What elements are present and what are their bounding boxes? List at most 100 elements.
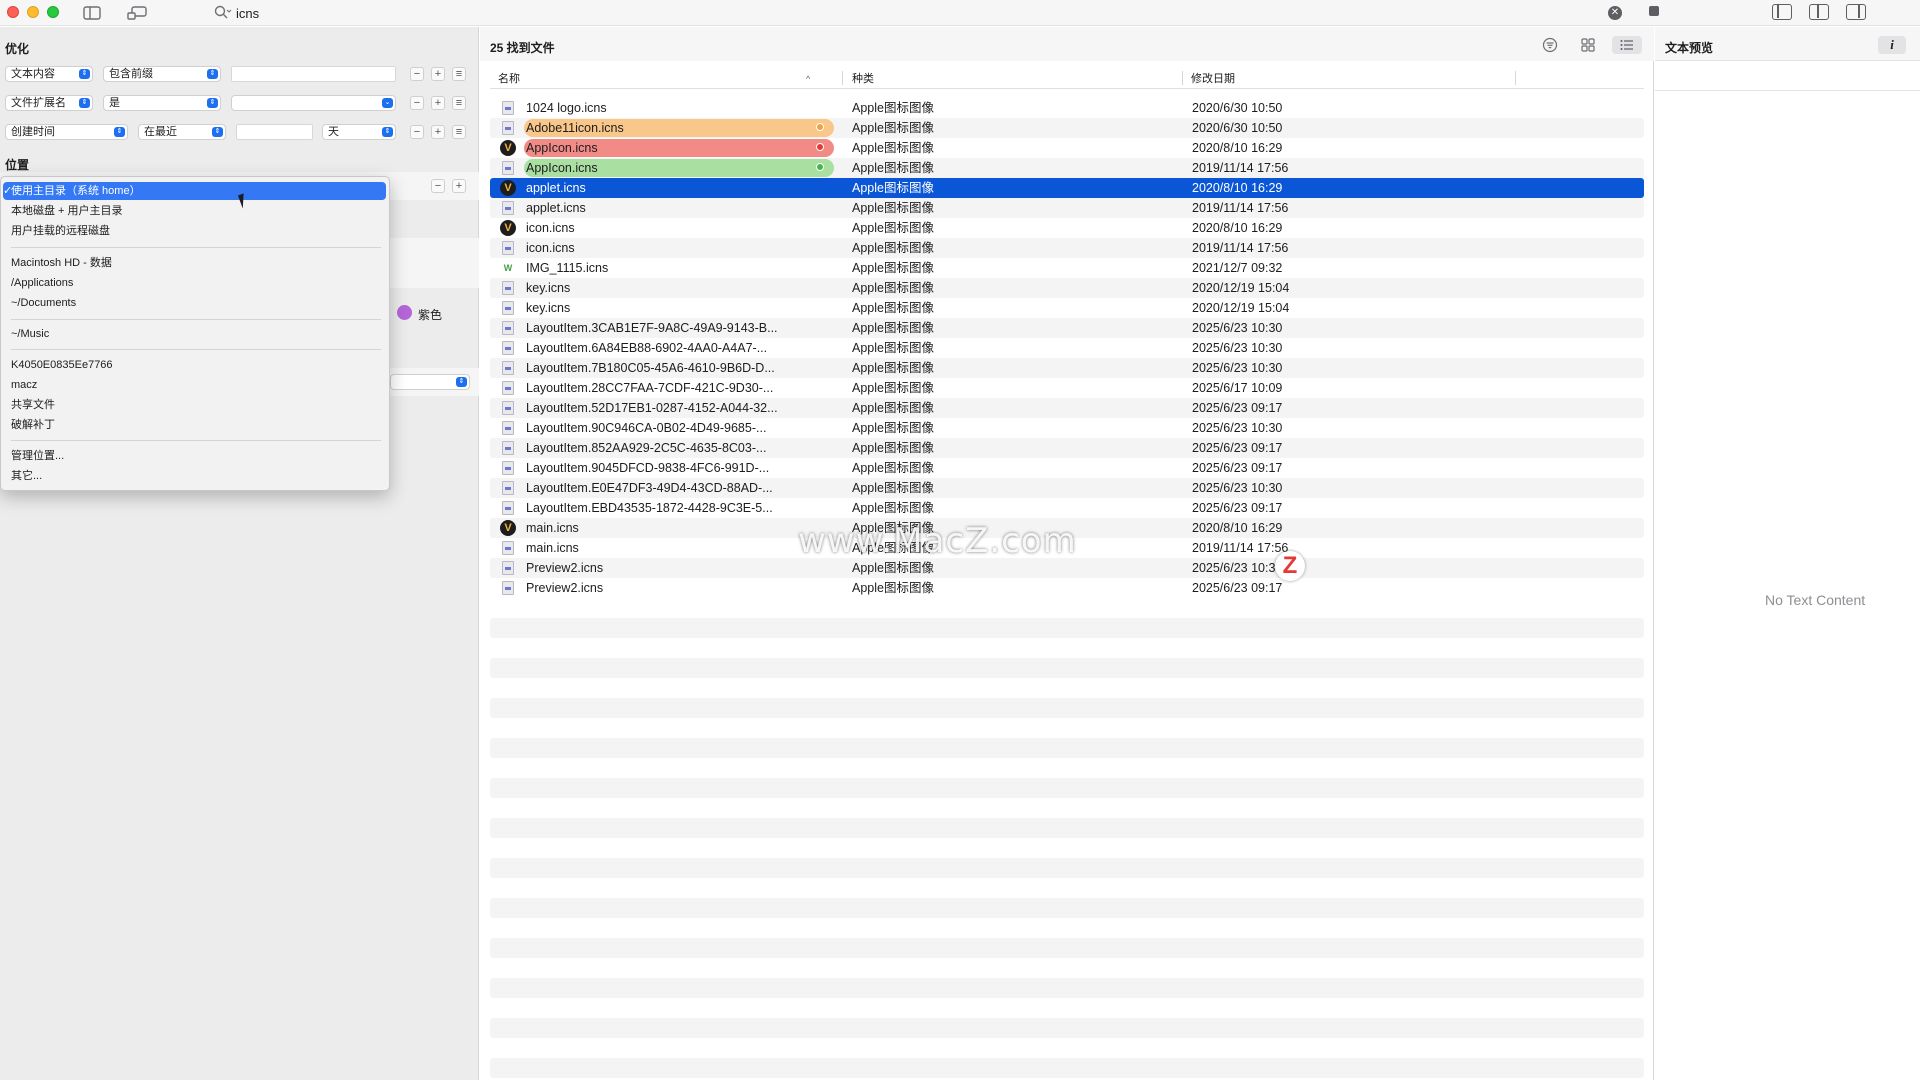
sidebar-toggle-icon[interactable] [82, 4, 102, 22]
table-row[interactable]: LayoutItem.52D17EB1-0287-4152-A044-32...… [490, 398, 1644, 418]
table-row[interactable]: LayoutItem.E0E47DF3-49D4-43CD-88AD-... Ap… [490, 478, 1644, 498]
table-row[interactable]: LayoutItem.28CC7FAA-7CDF-421C-9D30-... Ap… [490, 378, 1644, 398]
criteria-options-button[interactable]: ≡ [452, 67, 466, 81]
table-row[interactable]: AppIcon.icns Apple图标图像 2019/11/14 17:56 [490, 158, 1644, 178]
file-name: LayoutItem.7B180C05-45A6-4610-9B6D-D... [526, 361, 775, 375]
menu-item-local-disk[interactable]: 本地磁盘 + 用户主目录 [3, 202, 386, 220]
column-header-kind[interactable]: 种类 [852, 69, 874, 89]
menu-separator [11, 247, 381, 248]
info-button[interactable]: i [1878, 36, 1906, 54]
menu-item-macz[interactable]: macz [3, 376, 386, 394]
table-row[interactable]: 1024 logo.icns Apple图标图像 2020/6/30 10:50 [490, 98, 1644, 118]
menu-item-shared[interactable]: 共享文件 [3, 396, 386, 414]
filter-icon[interactable] [1539, 36, 1561, 54]
criteria-options-button[interactable]: ≡ [452, 125, 466, 139]
column-divider[interactable] [842, 71, 843, 85]
file-kind: Apple图标图像 [852, 401, 934, 415]
criteria-operator-popup[interactable]: 在最近 ⇕ [138, 124, 226, 140]
remove-criteria-button[interactable]: − [410, 67, 424, 81]
search-input[interactable] [236, 4, 1576, 22]
grid-view-icon[interactable] [1577, 36, 1599, 54]
table-row[interactable]: V AppIcon.icns Apple图标图像 2020/8/10 16:29 [490, 138, 1644, 158]
watermark-logo: Z [1275, 551, 1305, 581]
table-row[interactable]: Preview2.icns Apple图标图像 2025/6/23 09:17 [490, 578, 1644, 598]
criteria-value-popup[interactable]: ⌄ [231, 95, 396, 111]
criteria-field-popup[interactable]: 文件扩展名 ⇕ [5, 95, 93, 111]
file-name: icon.icns [526, 241, 575, 255]
file-date: 2019/11/14 17:56 [1192, 541, 1289, 555]
preview-toggle-icon[interactable] [126, 4, 148, 22]
menu-item-applications[interactable]: /Applications [3, 274, 386, 292]
column-divider[interactable] [1182, 71, 1183, 85]
column-header-date[interactable]: 修改日期 [1191, 69, 1235, 89]
table-row[interactable]: LayoutItem.852AA929-2C5C-4635-8C03-... Ap… [490, 438, 1644, 458]
layout-center-icon[interactable] [1809, 4, 1829, 20]
close-window-button[interactable] [7, 6, 19, 18]
file-kind: Apple图标图像 [852, 561, 934, 575]
menu-item-volume[interactable]: K4050E0835Ee7766 [3, 356, 386, 374]
no-text-content: No Text Content [1765, 592, 1866, 608]
menu-item-patch[interactable]: 破解补丁 [3, 416, 386, 434]
menu-item-home[interactable]: ✓ 使用主目录（系统 home） [3, 182, 386, 200]
criteria-options-button[interactable]: ≡ [452, 96, 466, 110]
menu-item-remote-disk[interactable]: 用户挂载的远程磁盘 [3, 222, 386, 240]
menu-item-documents[interactable]: ~/Documents [3, 294, 386, 312]
minimize-window-button[interactable] [27, 6, 39, 18]
layout-left-icon[interactable] [1772, 4, 1792, 20]
file-doc-icon [500, 400, 516, 416]
table-row[interactable]: Preview2.icns Apple图标图像 2025/6/23 10:30 [490, 558, 1644, 578]
file-doc-icon [500, 120, 516, 136]
file-doc-icon [500, 300, 516, 316]
file-date: 2020/8/10 16:29 [1192, 141, 1283, 155]
table-row[interactable]: applet.icns Apple图标图像 2019/11/14 17:56 [490, 198, 1644, 218]
table-row[interactable]: LayoutItem.90C946CA-0B02-4D49-9685-... Ap… [490, 418, 1644, 438]
table-row[interactable]: LayoutItem.6A84EB88-6902-4AA0-A4A7-... Ap… [490, 338, 1644, 358]
add-criteria-button[interactable]: + [431, 125, 445, 139]
file-date: 2025/6/23 10:30 [1192, 481, 1283, 495]
menu-item-manage[interactable]: 管理位置... [3, 447, 386, 465]
column-divider[interactable] [1515, 71, 1516, 85]
menu-item-music[interactable]: ~/Music [3, 325, 386, 343]
file-doc-icon [500, 420, 516, 436]
menu-item-other[interactable]: 其它... [3, 467, 386, 485]
table-row[interactable]: icon.icns Apple图标图像 2019/11/14 17:56 [490, 238, 1644, 258]
header-divider [490, 88, 1644, 89]
menu-item-macintosh-hd[interactable]: Macintosh HD - 数据 [3, 254, 386, 272]
list-view-icon[interactable] [1612, 36, 1642, 54]
criteria-unit-popup[interactable]: 天 ⇕ [322, 124, 396, 140]
add-location-button[interactable]: + [452, 179, 466, 193]
file-name: Adobe11icon.icns [524, 119, 834, 137]
extra-popup[interactable]: ⇕ [390, 374, 470, 390]
clear-search-icon[interactable]: ✕ [1608, 6, 1622, 20]
table-row[interactable]: W IMG_1115.icns Apple图标图像 2021/12/7 09:32 [490, 258, 1644, 278]
remove-criteria-button[interactable]: − [410, 96, 424, 110]
table-row[interactable]: Vapplet.icns Apple图标图像 2020/8/10 16:29 [490, 178, 1644, 198]
criteria-value-field[interactable] [236, 124, 313, 140]
file-name: applet.icns [526, 181, 586, 195]
criteria-operator-popup[interactable]: 包含前缀 ⇕ [103, 66, 221, 82]
table-row[interactable]: LayoutItem.9045DFCD-9838-4FC6-991D-... Ap… [490, 458, 1644, 478]
table-row[interactable]: key.icns Apple图标图像 2020/12/19 15:04 [490, 278, 1644, 298]
table-row[interactable]: LayoutItem.7B180C05-45A6-4610-9B6D-D... A… [490, 358, 1644, 378]
file-kind: Apple图标图像 [852, 321, 934, 335]
preview-divider [1655, 90, 1920, 91]
add-criteria-button[interactable]: + [431, 96, 445, 110]
remove-location-button[interactable]: − [431, 179, 445, 193]
purple-tag-dot[interactable] [397, 305, 412, 320]
layout-right-icon[interactable] [1846, 4, 1866, 20]
table-row[interactable]: Adobe11icon.icns Apple图标图像 2020/6/30 10:50 [490, 118, 1644, 138]
table-row[interactable]: Vicon.icns Apple图标图像 2020/8/10 16:29 [490, 218, 1644, 238]
stop-search-button[interactable] [1649, 6, 1659, 16]
column-header-name[interactable]: 名称 ^ [498, 69, 818, 89]
table-row[interactable]: key.icns Apple图标图像 2020/12/19 15:04 [490, 298, 1644, 318]
file-date: 2019/11/14 17:56 [1192, 241, 1289, 255]
table-row[interactable]: LayoutItem.EBD43535-1872-4428-9C3E-5... A… [490, 498, 1644, 518]
table-row[interactable]: LayoutItem.3CAB1E7F-9A8C-49A9-9143-B... A… [490, 318, 1644, 338]
criteria-value-field[interactable] [231, 66, 396, 82]
criteria-field-popup[interactable]: 文本内容 ⇕ [5, 66, 93, 82]
zoom-window-button[interactable] [47, 6, 59, 18]
add-criteria-button[interactable]: + [431, 67, 445, 81]
remove-criteria-button[interactable]: − [410, 125, 424, 139]
criteria-operator-popup[interactable]: 是 ⇕ [103, 95, 221, 111]
criteria-field-popup[interactable]: 创建时间 ⇕ [5, 124, 128, 140]
